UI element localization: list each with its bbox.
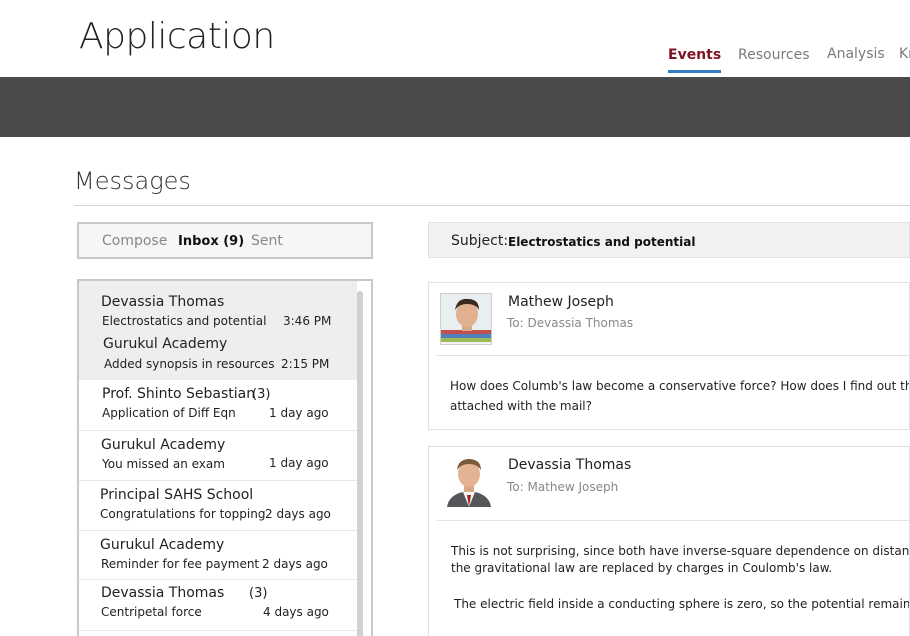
message-card: Mathew Joseph To: Devassia Thomas How do… (428, 282, 910, 430)
message-body-line: attached with the mail? (450, 399, 592, 413)
thread-subject-bar: Subject: Electrostatics and potential (428, 222, 910, 258)
top-nav: Events Resources Analysis Kn (0, 46, 910, 77)
message-sender: Principal SAHS School (100, 487, 254, 503)
message-time: 1 day ago (269, 406, 329, 420)
message-tabs: Compose Inbox (9) Sent (77, 222, 373, 259)
sender-name: Mathew Joseph (508, 294, 614, 310)
message-time: 4 days ago (263, 605, 329, 619)
message-subject: Electrostatics and potential (102, 314, 267, 328)
message-sender: Devassia Thomas (101, 294, 225, 310)
nav-active-underline (668, 70, 722, 73)
recipient-line: To: Mathew Joseph (507, 480, 619, 494)
avatar (443, 455, 495, 507)
message-body-line: the gravitational law are replaced by ch… (451, 561, 833, 575)
message-subject: Application of Diff Eqn (102, 406, 236, 420)
message-list: Devassia Thomas Electrostatics and poten… (77, 279, 373, 636)
message-sender: Gurukul Academy (103, 336, 228, 352)
message-item[interactable]: Devassia Thomas Electrostatics and poten… (79, 281, 357, 380)
avatar (440, 293, 492, 345)
header-banner (0, 77, 910, 137)
avatar-icon (441, 294, 491, 344)
subject-label: Subject: (451, 233, 509, 249)
card-divider (437, 355, 909, 356)
message-subject: Congratulations for topping (100, 507, 266, 521)
title-divider (74, 205, 910, 206)
message-item[interactable]: Gurukul Academy Reminder for fee payment… (79, 531, 357, 579)
message-body-line: The electric field inside a conducting s… (454, 597, 910, 611)
nav-item-kn[interactable]: Kn (899, 46, 910, 62)
message-sender: Gurukul Academy (100, 537, 225, 553)
card-divider (437, 520, 909, 521)
page-title: Messages (74, 167, 191, 195)
message-subject: You missed an exam (102, 457, 225, 471)
message-count: (3) (249, 586, 268, 601)
message-item[interactable]: Principal SAHS School Congratulations fo… (79, 481, 357, 530)
tab-compose[interactable]: Compose (102, 233, 167, 249)
message-subject: Added synopsis in resources (104, 357, 275, 371)
sender-name: Devassia Thomas (508, 457, 632, 473)
message-list-scrollbar[interactable] (357, 291, 363, 636)
message-item[interactable]: Gurukul Academy You missed an exam 1 day… (79, 431, 357, 480)
message-sender: Prof. Shinto Sebastian (102, 386, 256, 402)
subject-value: Electrostatics and potential (508, 235, 696, 249)
message-time: 3:46 PM (283, 314, 332, 328)
list-divider (79, 630, 357, 631)
recipient-line: To: Devassia Thomas (507, 316, 634, 330)
nav-item-events[interactable]: Events (668, 47, 722, 73)
message-item[interactable]: Devassia Thomas (3) Centripetal force 4 … (79, 580, 357, 630)
message-time: 2:15 PM (281, 357, 330, 371)
message-body-line: This is not surprising, since both have … (451, 544, 910, 558)
message-sender: Devassia Thomas (101, 585, 225, 601)
nav-item-analysis[interactable]: Analysis (827, 46, 885, 62)
message-subject: Centripetal force (101, 605, 202, 619)
message-time: 2 days ago (265, 507, 331, 521)
message-item[interactable]: Prof. Shinto Sebastian (3) Application o… (79, 380, 357, 430)
tab-inbox[interactable]: Inbox (9) (178, 234, 244, 249)
avatar-icon (443, 455, 495, 507)
message-time: 2 days ago (262, 557, 328, 571)
message-time: 1 day ago (269, 456, 329, 470)
message-card: Devassia Thomas To: Mathew Joseph This i… (428, 446, 910, 636)
message-body-line: How does Columb's law become a conservat… (450, 379, 910, 393)
message-subject: Reminder for fee payment (101, 557, 260, 571)
tab-sent[interactable]: Sent (251, 233, 283, 249)
message-count: (3) (252, 387, 271, 402)
nav-item-resources[interactable]: Resources (738, 47, 810, 63)
message-sender: Gurukul Academy (101, 437, 226, 453)
nav-item-events-label: Events (668, 47, 722, 63)
